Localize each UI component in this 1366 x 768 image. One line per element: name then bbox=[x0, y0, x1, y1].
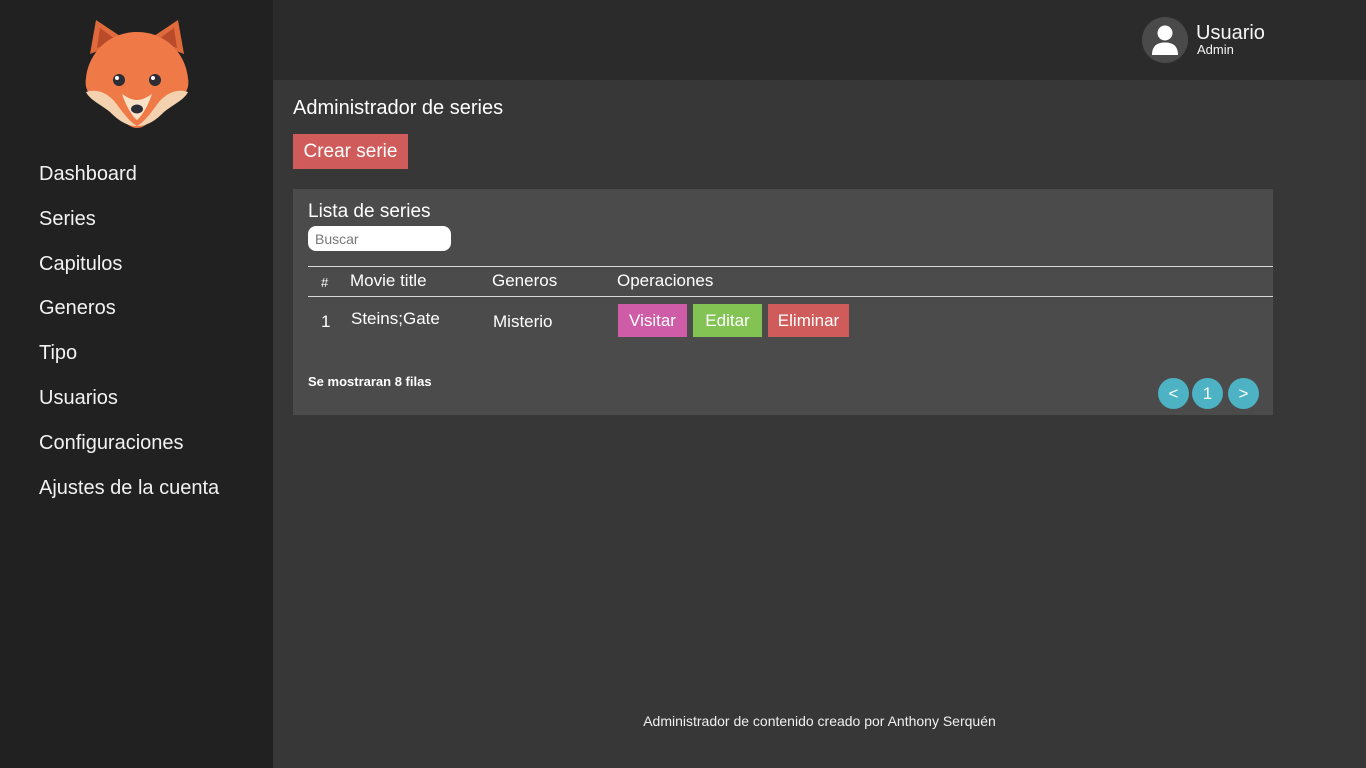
sidebar-item-ajustes-cuenta[interactable]: Ajustes de la cuenta bbox=[39, 466, 219, 511]
sidebar-item-dashboard[interactable]: Dashboard bbox=[39, 152, 219, 197]
pagination-next-button[interactable]: > bbox=[1228, 378, 1259, 409]
sidebar: Dashboard Series Capitulos Generos Tipo … bbox=[0, 0, 273, 768]
fox-logo-icon[interactable] bbox=[78, 16, 196, 132]
table-header: # Movie title Generos Operaciones bbox=[308, 266, 1273, 297]
sidebar-item-tipo[interactable]: Tipo bbox=[39, 331, 219, 376]
column-header-operations: Operaciones bbox=[617, 271, 714, 290]
sidebar-item-configuraciones[interactable]: Configuraciones bbox=[39, 421, 219, 466]
sidebar-item-capitulos[interactable]: Capitulos bbox=[39, 242, 219, 287]
delete-button[interactable]: Eliminar bbox=[768, 304, 849, 337]
topbar: Usuario Admin bbox=[273, 0, 1366, 80]
panel-title: Lista de series bbox=[308, 201, 431, 222]
pagination-prev-button[interactable]: < bbox=[1158, 378, 1189, 409]
row-number: 1 bbox=[321, 312, 331, 331]
sidebar-nav: Dashboard Series Capitulos Generos Tipo … bbox=[39, 152, 219, 510]
column-header-title: Movie title bbox=[350, 271, 427, 290]
user-name: Usuario bbox=[1196, 22, 1265, 44]
row-title: Steins;Gate bbox=[351, 309, 440, 328]
create-series-button[interactable]: Crear serie bbox=[293, 134, 408, 169]
column-header-genres: Generos bbox=[492, 271, 558, 290]
column-header-number: # bbox=[321, 275, 329, 290]
user-icon bbox=[1152, 25, 1178, 55]
sidebar-item-series[interactable]: Series bbox=[39, 197, 219, 242]
edit-button[interactable]: Editar bbox=[693, 304, 762, 337]
search-input[interactable] bbox=[308, 226, 451, 251]
sidebar-item-generos[interactable]: Generos bbox=[39, 286, 219, 331]
avatar[interactable] bbox=[1142, 17, 1188, 63]
footer-credit: Administrador de contenido creado por An… bbox=[643, 713, 996, 729]
rows-note: Se mostraran 8 filas bbox=[308, 374, 432, 389]
table-row: 1 Steins;Gate Misterio Visitar Editar El… bbox=[308, 302, 1273, 338]
series-list-panel: Lista de series # Movie title Generos Op… bbox=[293, 189, 1273, 415]
visit-button[interactable]: Visitar bbox=[618, 304, 687, 337]
pagination-page-1-button[interactable]: 1 bbox=[1192, 378, 1223, 409]
page-title: Administrador de series bbox=[293, 97, 504, 119]
sidebar-item-usuarios[interactable]: Usuarios bbox=[39, 376, 219, 421]
row-genre: Misterio bbox=[493, 312, 553, 331]
user-role: Admin bbox=[1197, 42, 1234, 57]
